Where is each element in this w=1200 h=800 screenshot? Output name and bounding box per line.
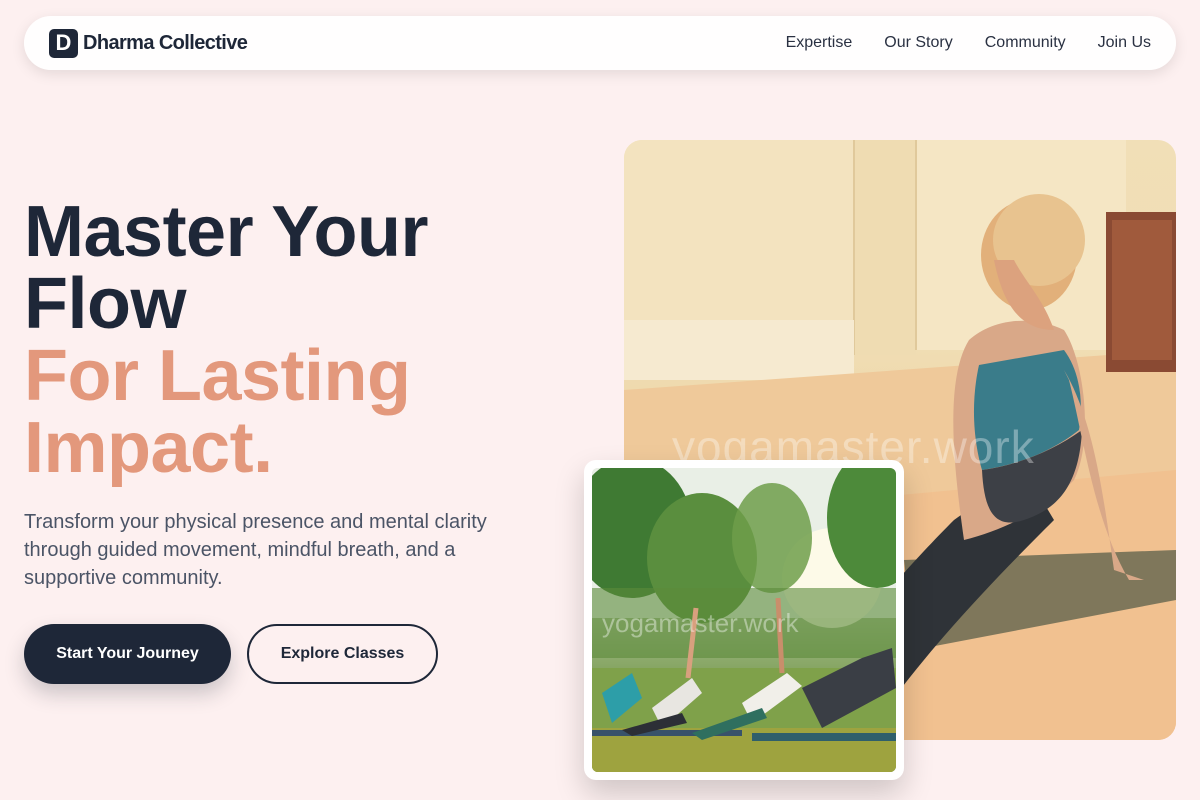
nav-link-our-story[interactable]: Our Story: [884, 34, 952, 52]
hero-subtitle: Transform your physical presence and men…: [24, 511, 487, 589]
hero-heading: Master Your Flow For Lasting Impact.: [24, 196, 544, 484]
start-journey-button[interactable]: Start Your Journey: [24, 624, 231, 684]
hero-heading-line-1: Master Your: [24, 192, 428, 272]
nav-link-community[interactable]: Community: [985, 34, 1066, 52]
hero-heading-line-3: For Lasting: [24, 336, 411, 416]
hero-heading-line-4: Impact.: [24, 408, 273, 488]
hero: Master Your Flow For Lasting Impact. Tra…: [24, 196, 544, 684]
nav-links: Expertise Our Story Community Join Us: [786, 34, 1151, 52]
brand-name: Dharma Collective: [83, 31, 248, 54]
group-yoga-image: yogamaster.work: [592, 468, 896, 772]
inset-image-watermark: yogamaster.work: [602, 608, 799, 638]
brand[interactable]: D Dharma Collective: [49, 28, 248, 58]
inset-image-card: yogamaster.work: [584, 460, 904, 780]
nav-link-expertise[interactable]: Expertise: [786, 34, 853, 52]
top-nav: D Dharma Collective Expertise Our Story …: [24, 16, 1176, 70]
explore-classes-button[interactable]: Explore Classes: [247, 624, 438, 684]
logo-icon: D: [49, 28, 78, 58]
hero-ctas: Start Your Journey Explore Classes: [24, 624, 438, 684]
nav-link-join-us[interactable]: Join Us: [1098, 34, 1151, 52]
hero-heading-line-2: Flow: [24, 264, 186, 344]
